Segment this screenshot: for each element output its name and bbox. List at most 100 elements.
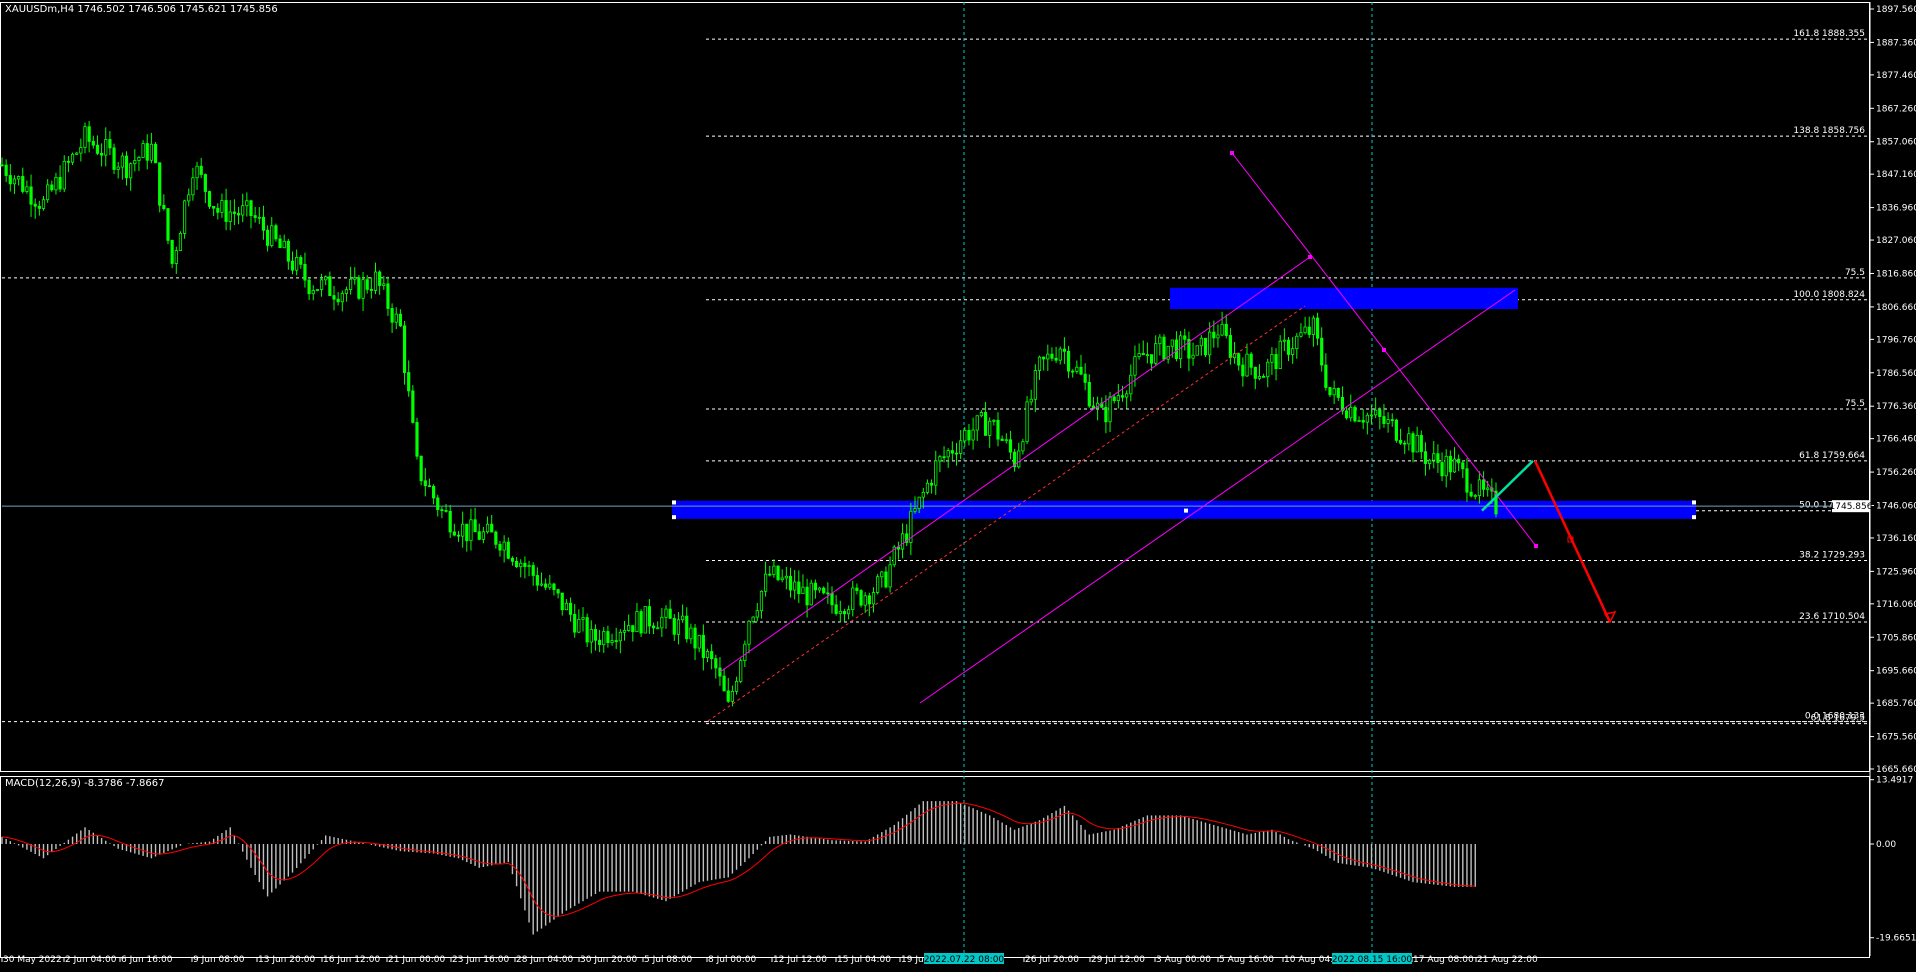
candle-body: [257, 216, 261, 219]
price-tick-label: 1746.060: [1876, 502, 1916, 512]
candle-body: [1452, 458, 1457, 473]
time-tick-label: 29 Jul 12:00: [1091, 955, 1145, 965]
candle-body: [635, 611, 639, 633]
time-tick-label: 17 Aug 08:00: [1413, 955, 1474, 965]
candle-body: [145, 143, 149, 161]
candle-body: [851, 587, 855, 611]
candle-body: [1428, 459, 1432, 464]
candle-body: [1029, 398, 1033, 403]
candle-body: [1311, 317, 1315, 335]
candle-body: [535, 575, 539, 586]
candle-body: [1228, 335, 1232, 359]
candle-body: [1183, 335, 1187, 340]
candle-body: [556, 589, 560, 594]
candle-body: [58, 176, 62, 190]
candle-body: [722, 675, 726, 692]
candle-body: [1062, 348, 1066, 352]
price-tick-label: 1716.060: [1876, 600, 1916, 610]
candle-body: [531, 565, 535, 576]
time-tick-label: 15 Jul 04:00: [837, 955, 891, 965]
candle-body: [788, 575, 793, 591]
candle-body: [639, 611, 643, 634]
candle-body: [697, 634, 701, 649]
candle-body: [452, 531, 456, 536]
fib-level-label: 161.8 1888.355: [1793, 29, 1865, 39]
macd-axis: 13.4917 0.00 -19.6651: [1870, 776, 1916, 944]
candle-body: [946, 450, 950, 458]
candle-body: [859, 590, 863, 606]
candle-body: [614, 640, 618, 642]
candle-body: [62, 160, 66, 190]
candle-body: [274, 225, 278, 240]
price-tick-label: 1675.560: [1876, 733, 1916, 743]
candle-body: [714, 658, 718, 669]
candle-body: [1079, 366, 1083, 375]
candle-body: [867, 595, 871, 605]
candle-body: [938, 456, 942, 462]
price-tick-label: 1695.660: [1876, 667, 1916, 677]
candle-body: [25, 186, 29, 192]
candle-body: [70, 153, 75, 163]
candle-body: [847, 609, 851, 615]
candle-body: [1398, 439, 1403, 444]
candle-body: [1315, 317, 1320, 339]
price-tick-label: 1685.760: [1876, 699, 1916, 709]
candle-body: [917, 496, 921, 509]
projection-arrow-head: [1603, 610, 1617, 624]
time-axis: 30 May 2022 2 Jun 04:00 6 Jun 16:00 9 Jun 0…: [1, 955, 1538, 965]
candle-body: [1137, 353, 1141, 358]
candle-body: [232, 211, 236, 214]
macd-tick-label: 0.00: [1876, 840, 1896, 850]
candle-body: [436, 497, 440, 511]
candle-body: [448, 510, 452, 533]
price-tick-label: 1816.860: [1876, 269, 1916, 279]
candle-body: [1386, 419, 1390, 424]
candle-body: [685, 615, 689, 640]
candle-body: [170, 240, 174, 264]
candle-body: [299, 257, 303, 265]
candle-body: [764, 573, 768, 592]
candle-body: [651, 625, 656, 629]
candle-body: [963, 429, 967, 442]
candle-body: [1046, 353, 1050, 360]
candle-body: [1112, 396, 1116, 401]
candle-body: [166, 208, 170, 241]
candle-body: [149, 143, 153, 161]
candle-body: [627, 625, 631, 631]
candle-body: [8, 175, 12, 185]
candle-body: [606, 631, 610, 643]
candle-body: [419, 455, 423, 482]
candle-body: [191, 177, 195, 196]
candle-body: [348, 278, 353, 291]
candle-body: [178, 232, 183, 251]
candle-body: [506, 541, 510, 559]
candle-body: [1208, 331, 1212, 356]
candle-body: [681, 615, 685, 621]
candle-body: [610, 640, 614, 643]
candle-body: [772, 565, 776, 575]
candle-body: [954, 452, 959, 455]
candle-body: [195, 165, 199, 179]
candle-body: [1407, 433, 1411, 445]
extra-level-label: 75.5: [1845, 268, 1865, 278]
price-tick-label: 1705.860: [1876, 633, 1916, 643]
candle-body: [1004, 439, 1008, 442]
candle-body: [37, 205, 41, 209]
candle-body: [336, 298, 340, 303]
price-tick-label: 1766.460: [1876, 435, 1916, 445]
candle-body: [1390, 419, 1394, 421]
price-tick-label: 1736.160: [1876, 534, 1916, 544]
candle-body: [1411, 433, 1415, 453]
candles: [0, 120, 1498, 707]
candle-body: [1469, 491, 1473, 497]
price-chart[interactable]: 1897.560 1887.360 1877.460 1867.260 1857.060…: [0, 0, 1916, 972]
candle-body: [270, 225, 274, 246]
price-tick-label: 1877.460: [1876, 71, 1916, 81]
candle-body: [1394, 419, 1398, 441]
candle-body: [365, 279, 369, 290]
period-marker-label: 2022.08.15 16:00: [1332, 955, 1413, 965]
candle-body: [1423, 451, 1428, 464]
candle-body: [1129, 374, 1133, 395]
candle-body: [1017, 450, 1021, 468]
candle-body: [1403, 442, 1407, 445]
